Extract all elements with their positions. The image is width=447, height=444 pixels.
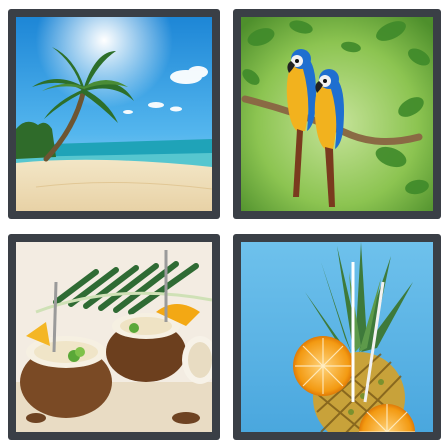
- picture-tile-coconut-drinks[interactable]: [8, 234, 220, 440]
- beach-image: [16, 17, 212, 211]
- puzzle-board: [0, 0, 447, 444]
- picture-tile-macaws[interactable]: [233, 9, 441, 219]
- picture-tile-pineapple[interactable]: [233, 234, 441, 440]
- macaws-image: [241, 17, 433, 211]
- pineapple-image: [241, 242, 433, 432]
- picture-tile-beach[interactable]: [8, 9, 220, 219]
- coconut-drinks-image: [16, 242, 212, 432]
